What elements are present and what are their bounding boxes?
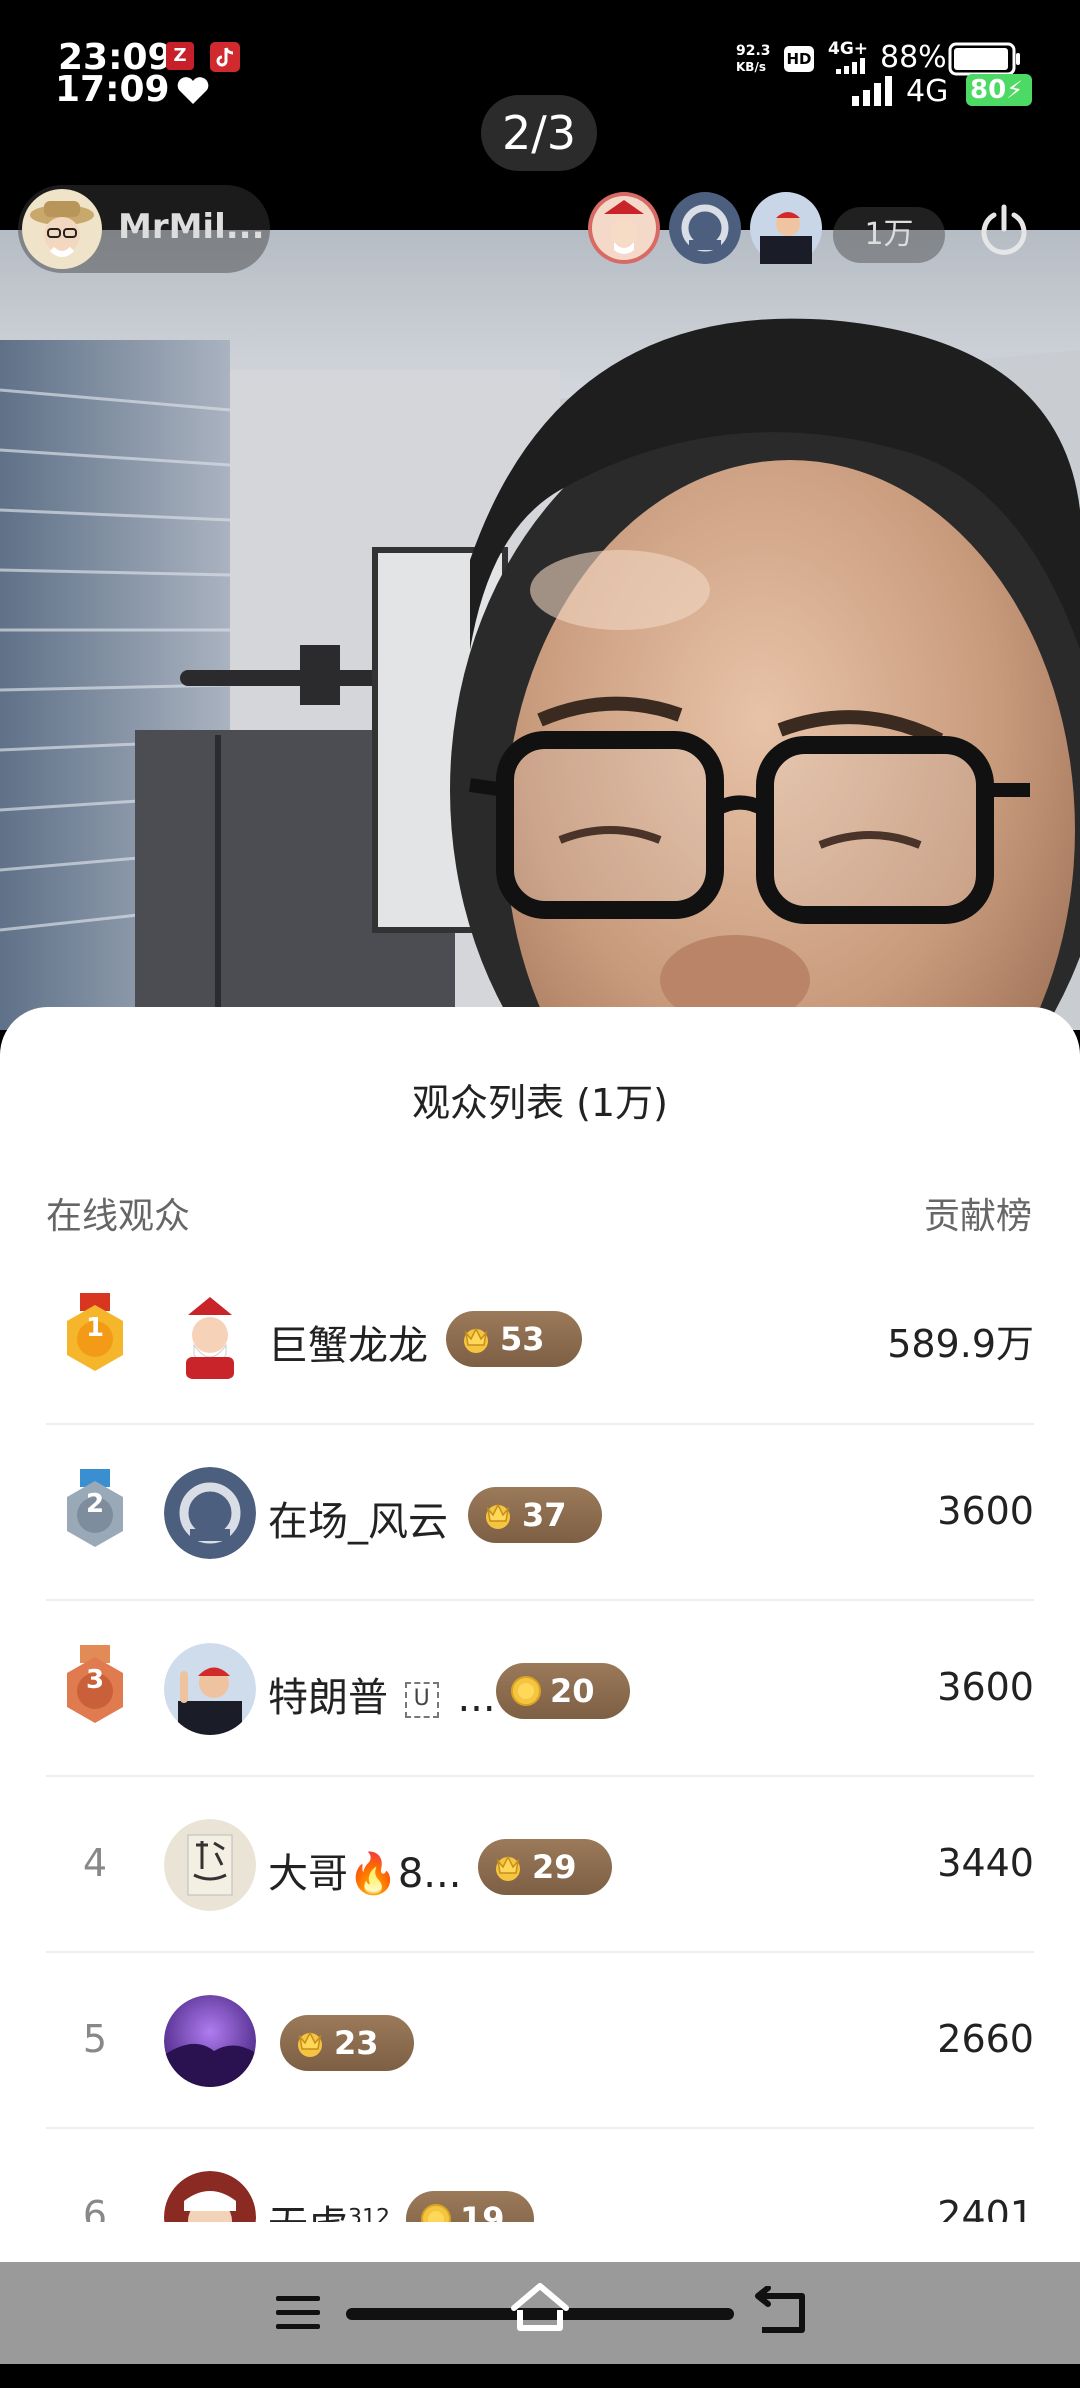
user-name-suffix: 8... bbox=[397, 1851, 462, 1897]
user-name-text: 特朗普 bbox=[268, 1675, 388, 1721]
list-item[interactable]: 2 在场_风云 37 3600 bbox=[46, 1425, 1034, 1601]
menu-icon[interactable] bbox=[274, 2292, 322, 2334]
user-name-text: 大哥 bbox=[268, 1851, 348, 1897]
user-avatar[interactable] bbox=[164, 1643, 256, 1735]
contribution-amount: 3600 bbox=[937, 1489, 1034, 1533]
top-viewer-avatar-3[interactable] bbox=[750, 192, 822, 264]
signal-icon-bottom bbox=[852, 76, 892, 106]
contribution-amount: 3600 bbox=[937, 1665, 1034, 1709]
name-tag-box: U bbox=[404, 1682, 439, 1718]
charging-bolt-icon: ⚡ bbox=[1006, 76, 1024, 104]
status-time-secondary: 17:09 bbox=[55, 69, 170, 110]
rank-number: 2 bbox=[85, 1489, 105, 1519]
name-ellipsis: ... bbox=[457, 1675, 496, 1721]
rank-number: 4 bbox=[82, 1841, 108, 1885]
audience-list-panel: 观众列表 (1万) 在线观众 贡献榜 1 巨蟹龙龙 53 589.9万 2 在场… bbox=[0, 1007, 1080, 2262]
level-badge: 23 bbox=[280, 2015, 414, 2071]
contribution-amount: 2660 bbox=[937, 2017, 1034, 2061]
rank-number: 5 bbox=[82, 2017, 108, 2061]
list-item[interactable]: 4 大哥🔥8... 29 3440 bbox=[46, 1777, 1034, 1953]
user-avatar[interactable] bbox=[164, 1467, 256, 1559]
tab-contribution-ranking[interactable]: 贡献榜 bbox=[924, 1187, 1032, 1239]
user-avatar[interactable] bbox=[164, 1995, 256, 2087]
bottom-edge bbox=[0, 2364, 1080, 2388]
level-badge: 53 bbox=[446, 1311, 582, 1367]
coin-icon bbox=[511, 1676, 541, 1706]
signal-icon-top bbox=[836, 58, 865, 74]
top-viewer-avatar-1[interactable] bbox=[588, 192, 660, 264]
tiktok-app-icon bbox=[210, 42, 240, 72]
level-badge: 19 bbox=[406, 2191, 534, 2222]
list-item[interactable]: 6 无虑312 19 2401 bbox=[46, 2162, 1034, 2222]
net-type-bottom: 4G bbox=[906, 74, 949, 109]
coin-icon bbox=[421, 2204, 451, 2222]
crown-icon bbox=[298, 2031, 322, 2057]
rank-number: 6 bbox=[82, 2193, 108, 2222]
list-item[interactable]: 5 23 2660 bbox=[46, 1953, 1034, 2129]
home-icon[interactable] bbox=[508, 2280, 572, 2340]
net-speed-unit: KB/s bbox=[736, 60, 766, 74]
level-value: 29 bbox=[532, 1848, 577, 1886]
contribution-amount: 589.9万 bbox=[887, 1322, 1034, 1366]
fire-icon: 🔥 bbox=[348, 1851, 398, 1897]
host-name: MrMil... bbox=[118, 207, 265, 247]
user-avatar[interactable] bbox=[164, 1819, 256, 1911]
level-badge: 20 bbox=[496, 1663, 630, 1719]
level-badge: 29 bbox=[478, 1839, 612, 1895]
live-video-frame bbox=[0, 230, 1080, 1030]
list-clip: 6 无虑312 19 2401 bbox=[0, 2162, 1080, 2222]
level-value: 37 bbox=[522, 1496, 567, 1534]
power-icon[interactable] bbox=[976, 203, 1032, 259]
tab-online-viewers[interactable]: 在线观众 bbox=[46, 1187, 190, 1239]
system-navigation-bar bbox=[0, 2262, 1080, 2364]
battery-icon bbox=[948, 42, 1020, 76]
level-value: 53 bbox=[500, 1320, 545, 1358]
user-name: 无虑312 bbox=[268, 2193, 390, 2222]
net-type-top: 4G+ bbox=[828, 39, 869, 59]
list-item[interactable]: 3 特朗普 U ... 20 3600 bbox=[46, 1601, 1034, 1777]
user-name: 大哥🔥8... bbox=[268, 1841, 461, 1899]
user-name-text: 无虑 bbox=[268, 2203, 348, 2222]
level-value: 20 bbox=[550, 1672, 595, 1710]
rank-number: 3 bbox=[85, 1665, 105, 1695]
user-name: 特朗普 U ... bbox=[268, 1665, 496, 1723]
battery-charging-badge: 80⚡ bbox=[966, 74, 1032, 106]
level-value: 23 bbox=[334, 2024, 379, 2062]
heart-icon bbox=[177, 77, 209, 104]
user-name-sup: 312 bbox=[348, 2205, 390, 2222]
battery-percent: 88% bbox=[880, 40, 947, 75]
viewer-count-pill[interactable]: 1万 bbox=[833, 207, 945, 263]
user-avatar[interactable] bbox=[164, 1291, 256, 1383]
live-video[interactable] bbox=[0, 230, 1080, 1030]
zhihu-app-icon: Z bbox=[166, 42, 194, 70]
host-avatar[interactable] bbox=[22, 189, 102, 269]
crown-icon bbox=[464, 1327, 488, 1353]
hd-icon: HD bbox=[784, 46, 814, 72]
level-badge: 37 bbox=[468, 1487, 602, 1543]
level-value: 19 bbox=[460, 2200, 505, 2222]
page-indicator: 2/3 bbox=[481, 95, 597, 171]
panel-title: 观众列表 (1万) bbox=[412, 1081, 668, 1125]
rank-number: 1 bbox=[85, 1313, 105, 1343]
net-speed-value: 92.3 bbox=[736, 43, 771, 59]
user-name: 巨蟹龙龙 bbox=[268, 1323, 428, 1369]
contribution-amount: 2401 bbox=[937, 2193, 1034, 2222]
battery-badge-value: 80 bbox=[970, 75, 1007, 105]
live-top-overlay: MrMil... 1万 bbox=[0, 185, 1080, 275]
crown-icon bbox=[496, 1855, 520, 1881]
top-viewer-avatar-2[interactable] bbox=[669, 192, 741, 264]
back-icon[interactable] bbox=[752, 2286, 808, 2336]
contribution-amount: 3440 bbox=[937, 1841, 1034, 1885]
list-item[interactable]: 1 巨蟹龙龙 53 589.9万 bbox=[46, 1249, 1034, 1425]
user-avatar[interactable] bbox=[164, 2171, 256, 2222]
host-info-pill[interactable]: MrMil... bbox=[18, 185, 270, 273]
crown-icon bbox=[486, 1503, 510, 1529]
user-name: 在场_风云 bbox=[268, 1499, 448, 1545]
row-divider bbox=[46, 2127, 1034, 2129]
